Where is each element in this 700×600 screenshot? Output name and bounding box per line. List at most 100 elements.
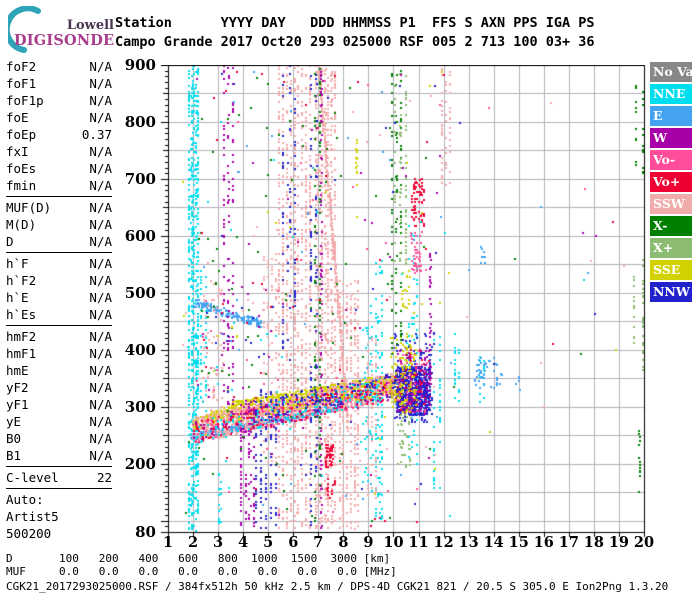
- file-info-line: CGK21_2017293025000.RSF / 384fx512h 50 k…: [6, 580, 669, 593]
- param-row: foEp 0.37: [6, 126, 112, 143]
- x-tick-label: 6: [288, 534, 299, 551]
- x-tick-label: 10: [383, 534, 404, 551]
- param-label: Auto:: [6, 492, 44, 507]
- header-line1: Station YYYY DAY DDD HHMMSS P1 FFS S AXN…: [115, 15, 595, 31]
- param-label: 500200: [6, 526, 52, 541]
- muf-row: MUF 0.0 0.0 0.0 0.0 0.0 0.0 0.0 0.0 [MHz…: [6, 564, 397, 578]
- param-value: N/A: [89, 256, 112, 271]
- param-label: C-level: [6, 470, 59, 485]
- param-row: yF2 N/A: [6, 379, 112, 396]
- param-value: N/A: [89, 448, 112, 463]
- x-tick-label: 13: [458, 534, 479, 551]
- legend-item-nnw: NNW: [650, 282, 692, 302]
- param-row: foE N/A: [6, 109, 112, 126]
- param-label: hmF1: [6, 346, 37, 361]
- param-row: Auto:: [6, 491, 112, 508]
- param-label: D: [6, 234, 14, 249]
- legend-item-x-: X-: [650, 216, 692, 236]
- param-row: h`F N/A: [6, 255, 112, 272]
- header-lines: Station YYYY DAY DDD HHMMSS P1 FFS S AXN…: [115, 14, 595, 52]
- param-row: D N/A: [6, 233, 112, 250]
- param-value: N/A: [89, 200, 112, 215]
- header-line2: Campo Grande 2017 Oct20 293 025000 RSF 0…: [115, 34, 595, 50]
- param-value: N/A: [89, 59, 112, 74]
- param-row: yE N/A: [6, 413, 112, 430]
- param-value: 22: [96, 470, 112, 485]
- legend-item-w: W: [650, 128, 692, 148]
- y-tick-label: 900: [124, 56, 156, 74]
- param-label: foEs: [6, 161, 37, 176]
- param-label: foF1p: [6, 93, 44, 108]
- param-value: N/A: [89, 346, 112, 361]
- param-row: B1 N/A: [6, 447, 112, 464]
- param-value: N/A: [89, 161, 112, 176]
- param-label: yF2: [6, 380, 29, 395]
- param-value: N/A: [89, 290, 112, 305]
- param-label: yE: [6, 414, 22, 429]
- param-value: 0.37: [81, 127, 112, 142]
- x-tick-label: 19: [608, 534, 630, 551]
- param-label: hmE: [6, 363, 29, 378]
- param-separator: [6, 466, 112, 467]
- legend-item-nne: NNE: [650, 84, 692, 104]
- param-value: N/A: [89, 217, 112, 232]
- param-row: hmF1 N/A: [6, 345, 112, 362]
- legend-item-ssw: SSW: [650, 194, 692, 214]
- ionogram-plot: [160, 65, 647, 539]
- param-label: B1: [6, 448, 22, 463]
- param-separator: [6, 252, 112, 253]
- param-row: B0 N/A: [6, 430, 112, 447]
- param-label: fmin: [6, 178, 37, 193]
- param-label: foE: [6, 110, 29, 125]
- param-row: 500200: [6, 525, 112, 542]
- x-tick-label: 7: [313, 534, 324, 551]
- param-value: N/A: [89, 178, 112, 193]
- param-value: N/A: [89, 329, 112, 344]
- ionogram-view: { "logo": {"top": "Lowell", "bottom": "D…: [0, 0, 700, 600]
- param-value: N/A: [89, 234, 112, 249]
- param-row: foF1 N/A: [6, 75, 112, 92]
- param-value: N/A: [89, 380, 112, 395]
- param-label: hmF2: [6, 329, 37, 344]
- param-label: fxI: [6, 144, 29, 159]
- param-value: N/A: [89, 397, 112, 412]
- param-label: M(D): [6, 217, 37, 232]
- param-row: C-level 22: [6, 469, 112, 486]
- param-row: fmin N/A: [6, 177, 112, 194]
- y-tick-label: 400: [124, 340, 156, 359]
- legend-item-vo-: Vo+: [650, 172, 692, 192]
- logo-text-lowell: Lowell: [66, 18, 114, 33]
- param-label: h`F: [6, 256, 29, 271]
- param-value: N/A: [89, 93, 112, 108]
- param-label: foF1: [6, 76, 37, 91]
- param-value: N/A: [89, 273, 112, 288]
- lowell-digisonde-logo: Lowell DIGISONDE: [6, 4, 118, 56]
- y-tick-label: 200: [124, 454, 156, 473]
- param-row: foEs N/A: [6, 160, 112, 177]
- y-tick-label: 300: [124, 397, 156, 416]
- x-tick-label: 17: [558, 534, 579, 551]
- param-value: N/A: [89, 414, 112, 429]
- param-label: foF2: [6, 59, 37, 74]
- y-tick-label: 600: [124, 226, 156, 245]
- param-separator: [6, 488, 112, 489]
- param-label: foEp: [6, 127, 37, 142]
- param-row: h`E N/A: [6, 289, 112, 306]
- param-label: h`Es: [6, 307, 37, 322]
- legend-item-x-: X+: [650, 238, 692, 258]
- param-separator: [6, 325, 112, 326]
- x-tick-label: 9: [363, 534, 374, 551]
- param-label: Artist5: [6, 509, 59, 524]
- parameter-panel: foF2 N/A foF1 N/A foF1p N/A foE N/A foEp 0.37 fxI N…: [6, 58, 112, 542]
- x-tick-label: 20: [633, 534, 655, 551]
- param-row: foF1p N/A: [6, 92, 112, 109]
- y-tick-label: 500: [124, 283, 156, 302]
- param-value: N/A: [89, 144, 112, 159]
- param-value: N/A: [89, 307, 112, 322]
- param-label: B0: [6, 431, 22, 446]
- logo-text-digisonde: DIGISONDE: [14, 32, 115, 49]
- param-label: yF1: [6, 397, 29, 412]
- legend-item-sse: SSE: [650, 260, 692, 280]
- param-row: yF1 N/A: [6, 396, 112, 413]
- x-tick-label: 14: [483, 534, 504, 551]
